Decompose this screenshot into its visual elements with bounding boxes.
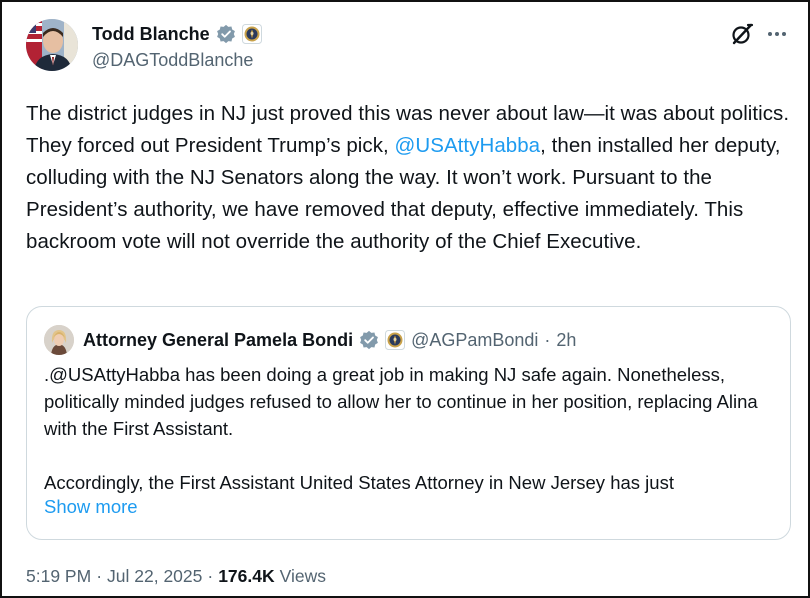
show-more-link[interactable]: Show more [44, 496, 138, 518]
more-options-icon[interactable] [766, 24, 788, 44]
views-count[interactable]: 176.4K [218, 566, 274, 587]
quote-paragraph-2: Accordingly, the First Assistant United … [44, 472, 674, 493]
views-label: Views [279, 566, 327, 586]
quote-timestamp[interactable]: 2h [556, 330, 576, 351]
meta-separator: · [207, 566, 214, 586]
doj-seal-icon[interactable] [241, 24, 262, 44]
quote-paragraph-gap [44, 442, 779, 469]
quote-display-name[interactable]: Attorney General Pamela Bondi [83, 330, 353, 351]
quote-avatar[interactable] [44, 325, 74, 355]
verified-badge-icon[interactable] [216, 24, 236, 44]
quote-verified-badge-icon[interactable] [359, 330, 379, 350]
tweet-frame: Todd Blanche @DAGToddBlanche The distric… [0, 0, 810, 598]
tweet-time[interactable]: 5:19 PM [26, 566, 91, 587]
tweet-date[interactable]: Jul 22, 2025 [107, 566, 202, 587]
tweet-meta: 5:19 PM · Jul 22, 2025 · 176.4K Views [26, 566, 326, 587]
quote-text: .@USAttyHabba has been doing a great job… [44, 361, 779, 496]
quote-handle[interactable]: @AGPamBondi [411, 330, 538, 351]
tweet-text: The district judges in NJ just proved th… [26, 98, 796, 258]
author-handle[interactable]: @DAGToddBlanche [92, 50, 253, 71]
quote-paragraph-1: .@USAttyHabba has been doing a great job… [44, 364, 758, 439]
avatar[interactable] [26, 19, 78, 71]
quote-separator: · [544, 329, 551, 350]
meta-separator: · [96, 566, 103, 586]
quote-header: Attorney General Pamela Bondi @AGPamBond… [83, 327, 576, 353]
mention-link[interactable]: @USAttyHabba [395, 134, 541, 157]
author-display-name[interactable]: Todd Blanche [92, 24, 210, 45]
quote-doj-seal-icon[interactable] [385, 330, 406, 350]
quoted-tweet-card[interactable]: Attorney General Pamela Bondi @AGPamBond… [26, 306, 791, 540]
grok-icon[interactable] [729, 21, 755, 47]
author-name-row: Todd Blanche [92, 22, 262, 46]
